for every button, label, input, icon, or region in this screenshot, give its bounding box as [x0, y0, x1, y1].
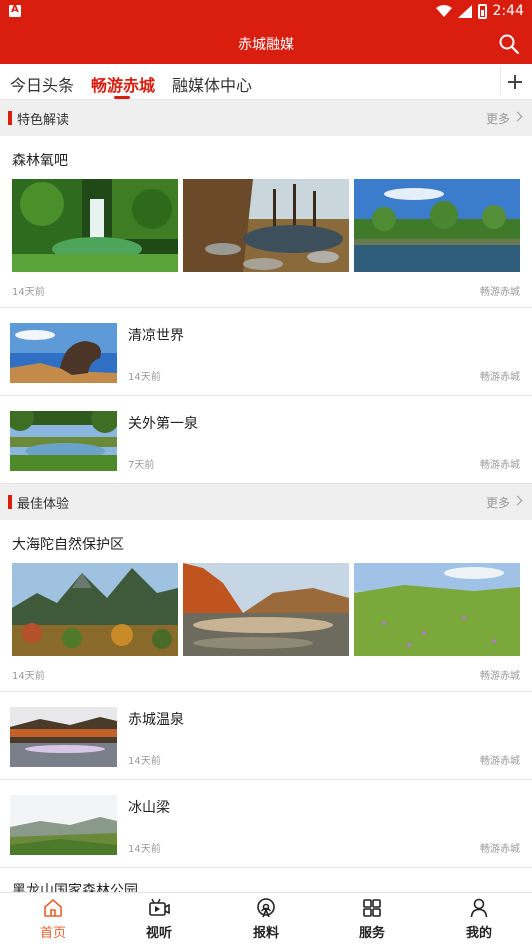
tab-media-center[interactable]: 融媒体中心 — [172, 72, 252, 96]
add-channel-icon[interactable] — [500, 67, 526, 95]
article-source: 畅游赤城 — [480, 844, 520, 855]
wifi-icon — [435, 5, 452, 17]
status-time: 2:44 — [492, 3, 524, 19]
article-time: 14天前 — [128, 372, 161, 383]
grid-icon — [363, 899, 381, 917]
article-card[interactable]: 关外第一泉 7天前 畅游赤城 — [0, 396, 532, 484]
bottom-nav: 首页 视听 报料 服务 我的 — [0, 892, 532, 944]
nav-video[interactable]: 视听 — [119, 897, 199, 941]
nav-label: 报料 — [252, 926, 279, 941]
article-time: 14天前 — [12, 287, 45, 298]
tab-tour-chicheng[interactable]: 畅游赤城 — [91, 72, 155, 96]
article-thumbnail[interactable] — [10, 411, 117, 471]
article-time: 7天前 — [128, 460, 155, 471]
tab-today-headlines[interactable]: 今日头条 — [10, 72, 74, 96]
more-link[interactable]: 更多 — [486, 494, 510, 511]
section-marker — [8, 495, 12, 509]
article-thumbnail[interactable] — [10, 323, 117, 383]
channel-tabs: 今日头条 畅游赤城 融媒体中心 — [0, 64, 532, 100]
article-source: 畅游赤城 — [480, 756, 520, 767]
section-header-features: 特色解读 更多 — [0, 100, 532, 136]
chevron-right-icon[interactable] — [512, 495, 523, 506]
app-title: 赤城融媒 — [238, 37, 294, 53]
article-card[interactable]: 冰山梁 14天前 畅游赤城 — [0, 780, 532, 868]
nav-label: 视听 — [145, 926, 172, 941]
active-tab-indicator — [114, 96, 130, 99]
signal-icon — [457, 4, 472, 18]
nav-label: 首页 — [39, 926, 66, 941]
status-bar: 2:44 — [0, 0, 532, 24]
article-time: 14天前 — [128, 844, 161, 855]
nav-report[interactable]: 报料 — [226, 897, 306, 941]
article-time: 14天前 — [128, 756, 161, 767]
article-image-forest-stream[interactable] — [183, 179, 349, 272]
article-title[interactable]: 赤城温泉 — [128, 709, 184, 729]
article-title[interactable]: 关外第一泉 — [128, 413, 198, 433]
article-image-mountains[interactable] — [12, 563, 178, 656]
user-icon — [470, 898, 488, 918]
article-title[interactable]: 森林氧吧 — [12, 150, 68, 170]
article-card[interactable]: 赤城温泉 14天前 畅游赤城 — [0, 692, 532, 780]
article-source: 畅游赤城 — [480, 372, 520, 383]
section-title: 特色解读 — [17, 113, 70, 128]
broadcast-icon — [257, 898, 275, 918]
article-card-multi-image[interactable]: 森林氧吧 14天前 畅游赤城 — [0, 136, 532, 308]
video-icon — [149, 898, 170, 916]
section-marker — [8, 111, 12, 125]
app-bar: 赤城融媒 — [0, 24, 532, 64]
article-thumbnail[interactable] — [10, 795, 117, 855]
article-card[interactable]: 清凉世界 14天前 畅游赤城 — [0, 308, 532, 396]
article-image-autumn-lake[interactable] — [183, 563, 349, 656]
nav-home[interactable]: 首页 — [13, 897, 93, 941]
article-image-meadow[interactable] — [354, 563, 520, 656]
article-title[interactable]: 清凉世界 — [128, 325, 184, 345]
nav-label: 服务 — [358, 926, 385, 941]
section-header-best-experience: 最佳体验 更多 — [0, 484, 532, 520]
article-card-multi-image[interactable]: 大海陀自然保护区 14天前 畅游赤城 — [0, 520, 532, 692]
nav-label: 我的 — [465, 926, 492, 941]
article-time: 14天前 — [12, 671, 45, 682]
article-source: 畅游赤城 — [480, 287, 520, 298]
notification-icon — [9, 4, 21, 17]
article-title[interactable]: 冰山梁 — [128, 797, 170, 817]
nav-services[interactable]: 服务 — [332, 897, 412, 941]
nav-profile[interactable]: 我的 — [439, 897, 519, 941]
chevron-right-icon[interactable] — [512, 111, 523, 122]
article-title[interactable]: 大海陀自然保护区 — [12, 534, 124, 554]
article-image-waterfall[interactable] — [12, 179, 178, 272]
article-thumbnail[interactable] — [10, 707, 117, 767]
home-icon — [44, 899, 62, 917]
article-source: 畅游赤城 — [480, 671, 520, 682]
more-link[interactable]: 更多 — [486, 110, 510, 127]
article-source: 畅游赤城 — [480, 460, 520, 471]
battery-icon — [477, 3, 487, 19]
article-image-lake[interactable] — [354, 179, 520, 272]
section-title: 最佳体验 — [17, 497, 70, 512]
search-icon[interactable] — [498, 33, 520, 55]
status-icons: 2:44 — [435, 3, 524, 19]
